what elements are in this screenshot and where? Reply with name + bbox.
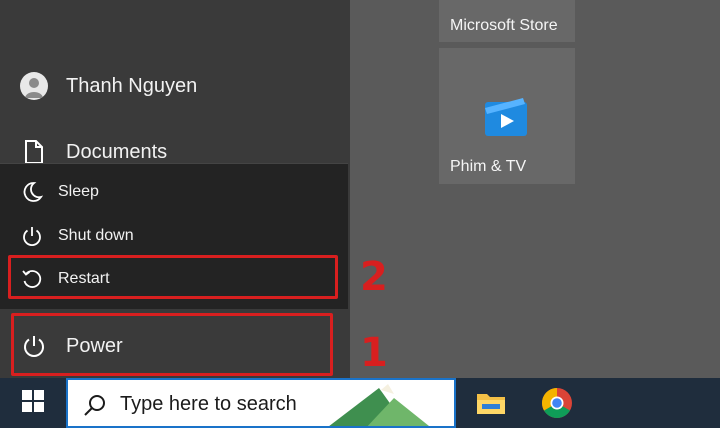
file-explorer-icon[interactable] <box>474 386 508 420</box>
windows-logo-icon <box>22 389 44 417</box>
shutdown-label: Shut down <box>58 227 134 244</box>
movies-tv-tile[interactable]: Phim & TV <box>439 48 575 184</box>
sleep-option[interactable]: Sleep <box>0 172 348 212</box>
step-number-1: 1 <box>360 330 388 376</box>
shutdown-option[interactable]: Shut down <box>0 216 348 256</box>
moon-icon <box>20 180 44 204</box>
step-number-2: 2 <box>360 254 388 300</box>
search-highlight-illustration <box>324 380 454 426</box>
microsoft-store-label: Microsoft Store <box>450 17 558 34</box>
start-button[interactable] <box>0 378 66 428</box>
movies-tv-label: Phim & TV <box>450 158 527 175</box>
chrome-icon[interactable] <box>540 386 574 420</box>
movies-tv-icon <box>483 94 529 140</box>
user-avatar-icon <box>20 72 48 100</box>
power-icon <box>20 224 44 248</box>
user-name: Thanh Nguyen <box>66 74 198 97</box>
sleep-label: Sleep <box>58 183 99 200</box>
taskbar: Type here to search <box>0 378 720 428</box>
documents-label: Documents <box>66 140 168 163</box>
document-icon <box>20 138 48 166</box>
search-placeholder: Type here to search <box>120 393 297 415</box>
restart-highlight-box <box>8 255 338 299</box>
search-icon <box>82 392 108 418</box>
user-account-item[interactable]: Thanh Nguyen <box>0 60 350 112</box>
search-box[interactable]: Type here to search <box>66 378 456 428</box>
power-highlight-box <box>11 313 333 376</box>
microsoft-store-tile[interactable]: Microsoft Store <box>439 0 575 42</box>
